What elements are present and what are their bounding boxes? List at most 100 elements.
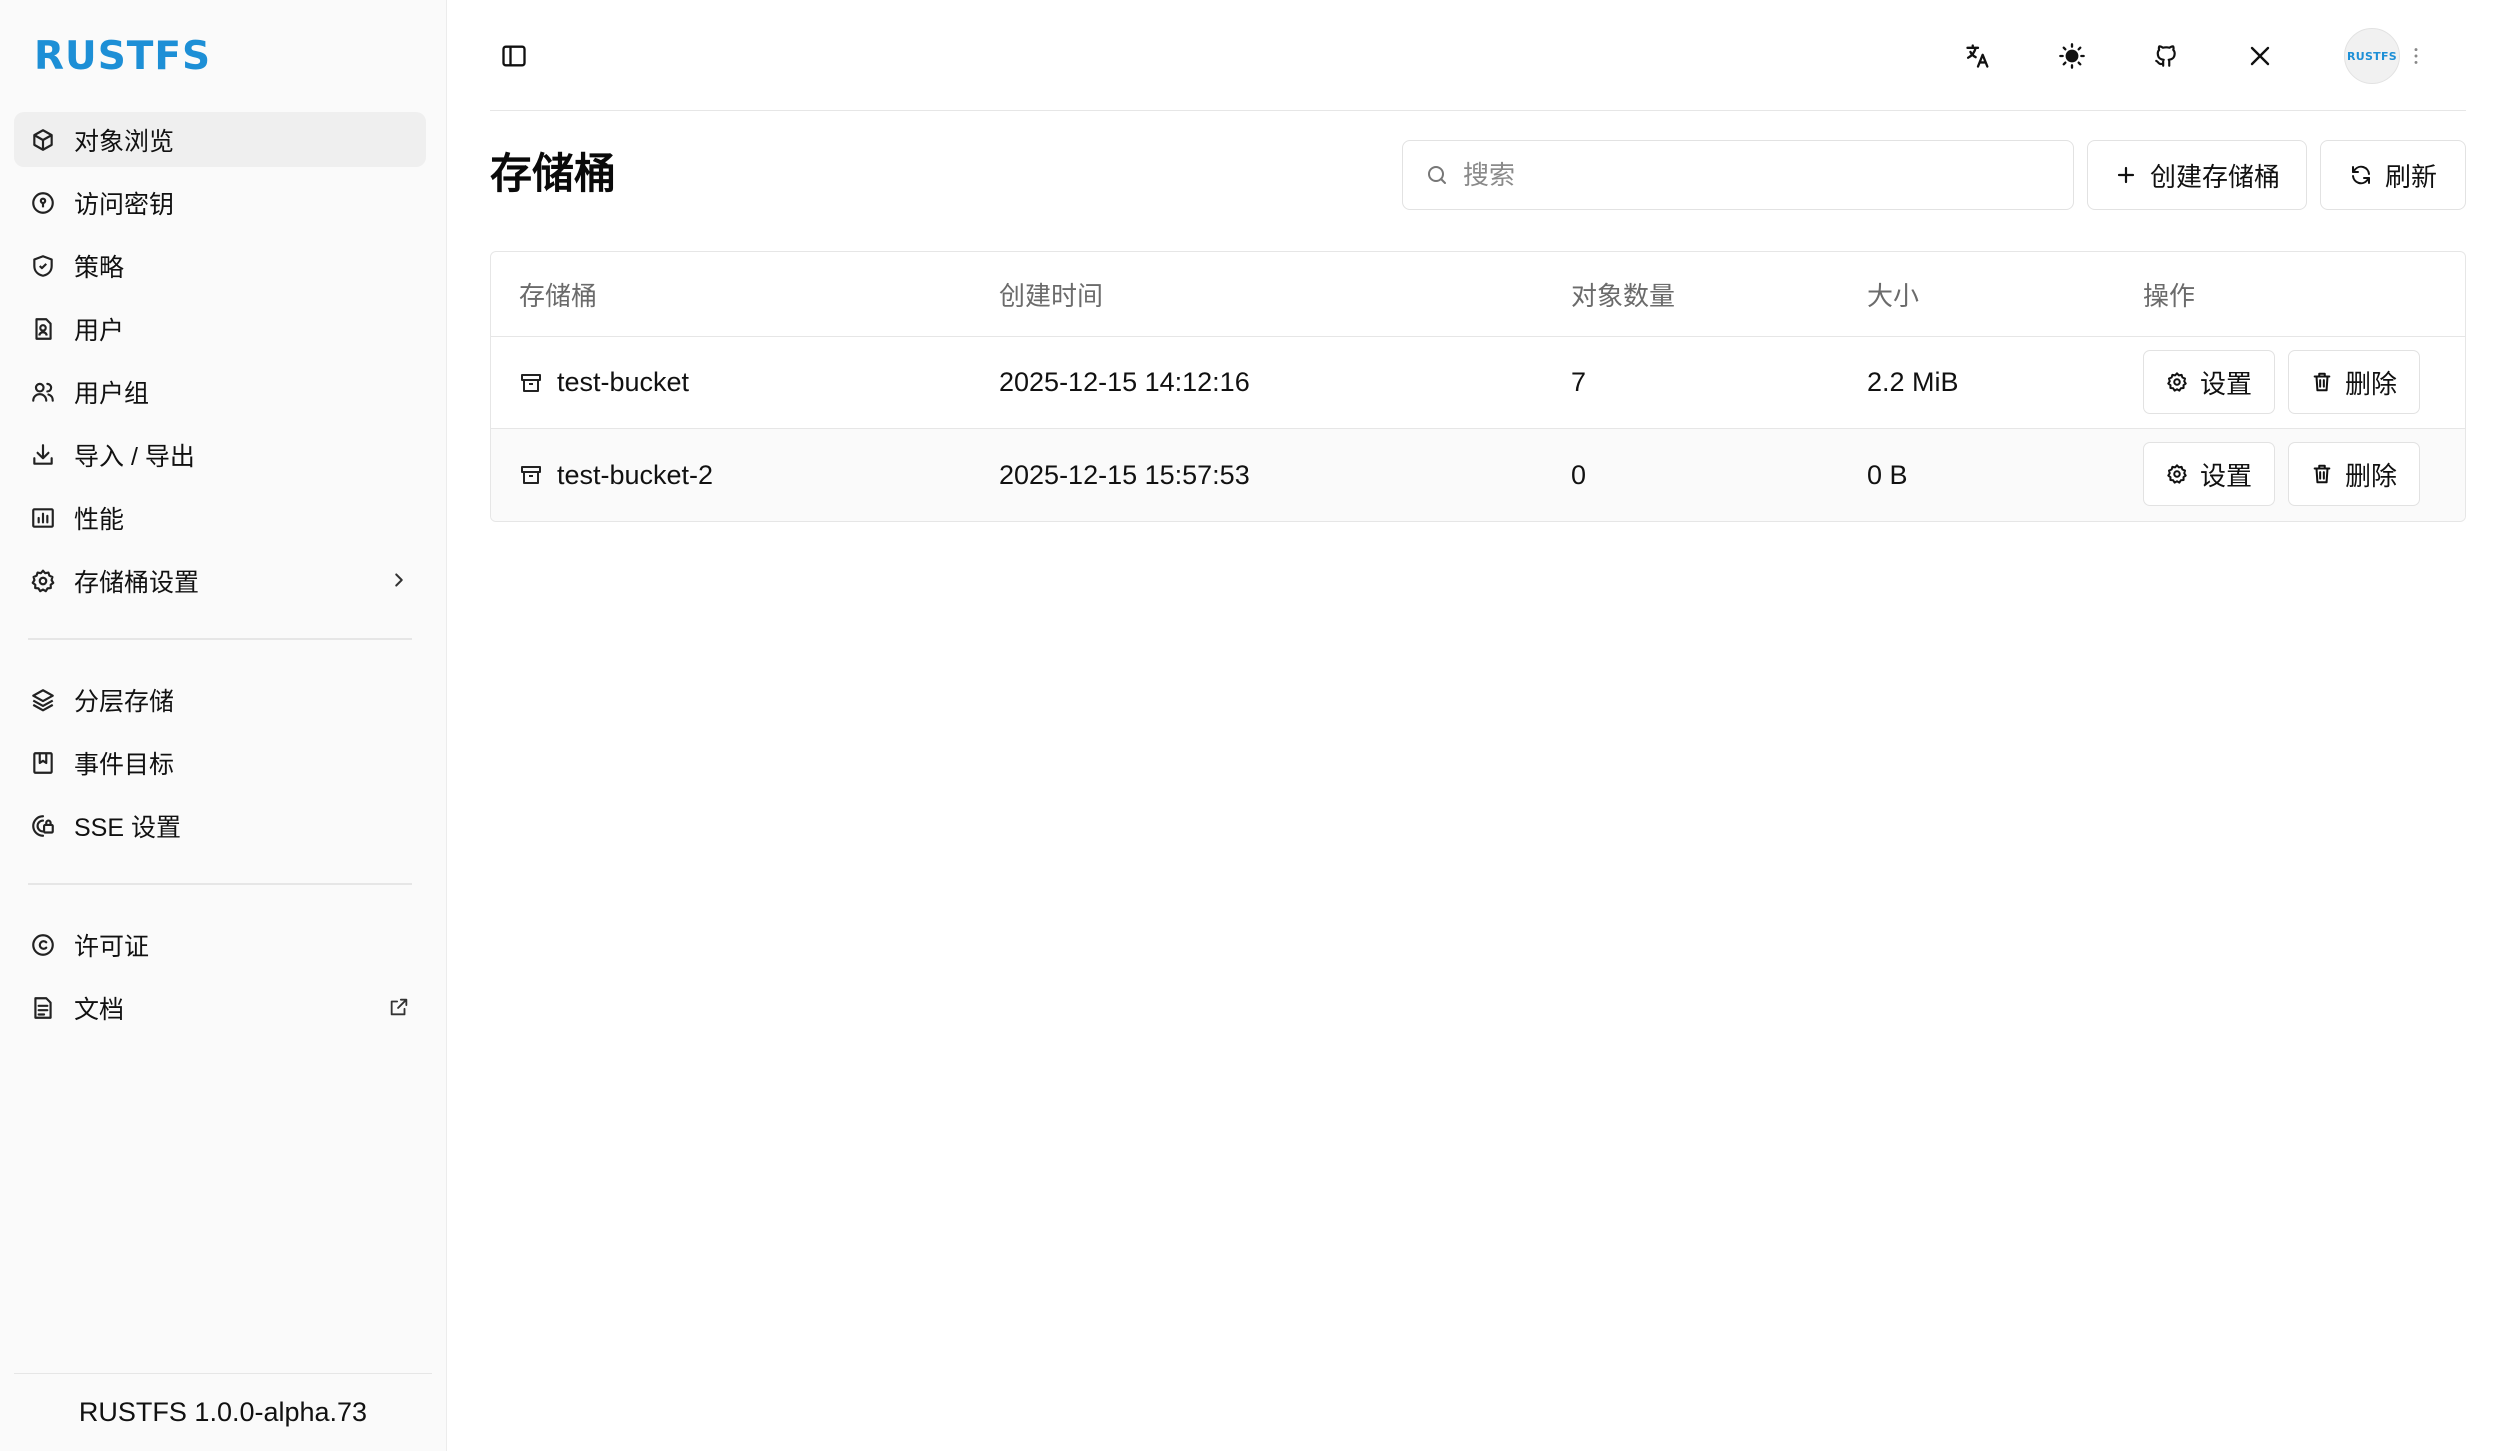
created-time-cell: 2025-12-15 15:57:53 — [999, 459, 1250, 490]
bucket-name: test-bucket-2 — [557, 459, 714, 490]
translate-icon — [1964, 42, 1992, 70]
x-logo-icon — [2248, 44, 2272, 68]
more-menu-button[interactable] — [2404, 32, 2428, 80]
sidebar-divider — [28, 883, 412, 885]
delete-label: 删除 — [2344, 460, 2397, 491]
sidebar-item-label: 导入 / 导出 — [74, 442, 195, 471]
gear-icon — [30, 568, 56, 594]
refresh-button[interactable]: 刷新 — [2320, 140, 2466, 210]
delete-button[interactable]: 删除 — [2288, 350, 2420, 414]
chevron-right-icon — [388, 569, 410, 591]
sidebar-spacer — [14, 616, 426, 672]
bookmark-icon — [30, 750, 56, 776]
sidebar-item-label: 访问密钥 — [74, 190, 175, 219]
sidebar-item-docs[interactable]: 文档 — [14, 980, 426, 1035]
sidebar-item-label: 文档 — [74, 995, 125, 1024]
x-twitter-button[interactable] — [2236, 32, 2284, 80]
archive-icon — [519, 463, 543, 487]
sidebar-item-label: SSE 设置 — [74, 813, 181, 842]
sidebar-toggle-button[interactable] — [490, 32, 538, 80]
sidebar-item-license[interactable]: 许可证 — [14, 917, 426, 972]
sidebar-item-label: 用户组 — [74, 379, 150, 408]
table-row[interactable]: test-bucket 2025-12-15 14:12:16 7 2.2 Mi… — [491, 337, 2465, 429]
column-header-objects[interactable]: 对象数量 — [1571, 252, 1675, 336]
sidebar-item-label: 用户 — [74, 316, 125, 345]
external-link-icon — [388, 996, 410, 1018]
key-icon — [30, 190, 56, 216]
panel-left-icon — [500, 42, 528, 70]
size-cell: 0 B — [1867, 459, 1908, 490]
column-header-created[interactable]: 创建时间 — [999, 252, 1103, 336]
user-icon — [30, 316, 56, 342]
sidebar-item-label: 许可证 — [74, 932, 150, 961]
bucket-name: test-bucket — [557, 367, 690, 397]
sidebar-item-sse-settings[interactable]: SSE 设置 — [14, 798, 426, 853]
table-row[interactable]: test-bucket-2 2025-12-15 15:57:53 0 0 B … — [491, 429, 2465, 521]
gear-icon — [2166, 463, 2188, 485]
version-label: RUSTFS 1.0.0-alpha.73 — [14, 1373, 432, 1451]
layers-icon — [30, 687, 56, 713]
avatar[interactable]: RUSTFS — [2344, 28, 2400, 84]
plus-icon — [2114, 163, 2138, 187]
gear-icon — [2166, 371, 2188, 393]
shield-icon — [30, 253, 56, 279]
sidebar-item-access-keys[interactable]: 访问密钥 — [14, 175, 426, 230]
sidebar-spacer — [14, 861, 426, 917]
sidebar-item-label: 事件目标 — [74, 750, 175, 779]
more-vertical-icon — [2405, 45, 2427, 67]
document-icon — [30, 995, 56, 1021]
sidebar-item-tiering[interactable]: 分层存储 — [14, 672, 426, 727]
settings-button[interactable]: 设置 — [2143, 350, 2275, 414]
delete-label: 删除 — [2344, 368, 2397, 399]
sidebar: RUSTFS 对象浏览 访问密钥 策略 用户 用户组 导入 / 导出 性能 存储… — [0, 0, 447, 1451]
search-box[interactable] — [1402, 140, 2074, 210]
bucket-name-cell[interactable]: test-bucket — [519, 337, 689, 428]
sidebar-item-groups[interactable]: 用户组 — [14, 364, 426, 419]
create-bucket-button[interactable]: 创建存储桶 — [2087, 140, 2307, 210]
refresh-icon — [2349, 163, 2373, 187]
sidebar-item-label: 性能 — [74, 505, 125, 534]
bucket-name-cell[interactable]: test-bucket-2 — [519, 429, 713, 521]
sidebar-item-event-targets[interactable]: 事件目标 — [14, 735, 426, 790]
sidebar-item-performance[interactable]: 性能 — [14, 490, 426, 545]
trash-icon — [2311, 463, 2333, 485]
trash-icon — [2311, 371, 2333, 393]
table-header-row: 存储桶 创建时间 对象数量 大小 操作 — [491, 252, 2465, 337]
page-title: 存储桶 — [490, 150, 617, 197]
top-bar: RUSTFS — [490, 0, 2466, 111]
theme-toggle-button[interactable] — [2048, 32, 2096, 80]
cube-icon — [30, 127, 56, 153]
copyright-icon — [30, 932, 56, 958]
sun-icon — [2058, 42, 2086, 70]
bucket-table: 存储桶 创建时间 对象数量 大小 操作 test-bucket 2025-12-… — [490, 251, 2466, 522]
archive-icon — [519, 371, 543, 395]
language-button[interactable] — [1954, 32, 2002, 80]
users-icon — [30, 379, 56, 405]
column-header-size[interactable]: 大小 — [1867, 252, 1919, 336]
lock-icon — [30, 813, 56, 839]
github-icon — [2153, 43, 2179, 69]
column-header-bucket[interactable]: 存储桶 — [519, 252, 597, 336]
column-header-actions: 操作 — [2143, 280, 2196, 311]
search-input[interactable] — [1463, 159, 2023, 191]
sidebar-item-policies[interactable]: 策略 — [14, 238, 426, 293]
create-bucket-label: 创建存储桶 — [2149, 161, 2280, 192]
created-time-cell: 2025-12-15 14:12:16 — [999, 367, 1250, 397]
object-count-cell: 0 — [1571, 459, 1587, 490]
sidebar-item-label: 策略 — [74, 253, 125, 282]
sidebar-item-object-browser[interactable]: 对象浏览 — [14, 112, 426, 167]
logo: RUSTFS — [34, 34, 212, 79]
settings-label: 设置 — [2199, 460, 2252, 491]
settings-button[interactable]: 设置 — [2143, 442, 2275, 506]
chart-icon — [30, 505, 56, 531]
sidebar-item-users[interactable]: 用户 — [14, 301, 426, 356]
object-count-cell: 7 — [1571, 367, 1587, 397]
github-button[interactable] — [2142, 32, 2190, 80]
sidebar-item-bucket-settings[interactable]: 存储桶设置 — [14, 553, 426, 608]
refresh-label: 刷新 — [2384, 161, 2437, 192]
sidebar-item-label: 存储桶设置 — [74, 568, 200, 597]
sidebar-divider — [28, 638, 412, 640]
delete-button[interactable]: 删除 — [2288, 442, 2420, 506]
sidebar-item-label: 对象浏览 — [74, 127, 175, 156]
sidebar-item-import-export[interactable]: 导入 / 导出 — [14, 427, 426, 482]
